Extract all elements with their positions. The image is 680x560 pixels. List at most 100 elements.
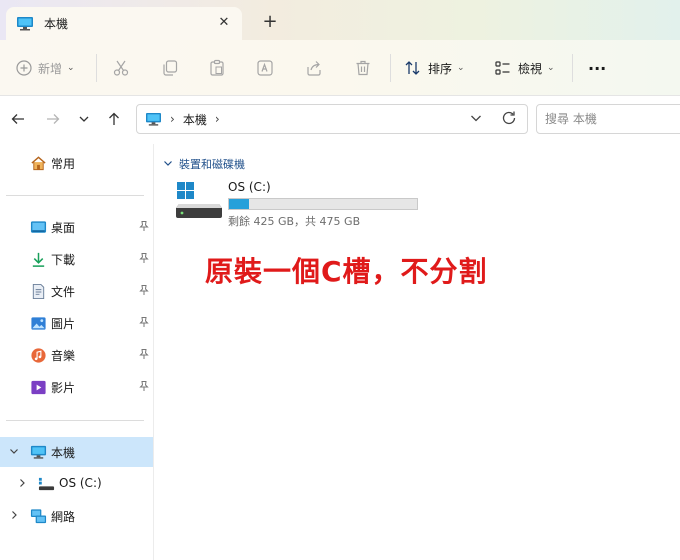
video-icon xyxy=(31,380,46,395)
tab-this-pc[interactable]: 本機 ✕ xyxy=(6,7,242,40)
paste-button[interactable] xyxy=(208,54,226,82)
pin-icon[interactable] xyxy=(138,348,150,360)
sidebar-item-label: 本機 xyxy=(51,446,76,460)
music-icon xyxy=(31,348,46,363)
sidebar-divider xyxy=(6,420,144,421)
sidebar-item-label: 音樂 xyxy=(51,349,76,363)
chevron-right-icon[interactable] xyxy=(16,477,28,489)
home-icon xyxy=(31,156,46,171)
sidebar-item-downloads[interactable]: 下載 xyxy=(0,244,153,274)
address-bar[interactable]: › 本機 › xyxy=(136,104,528,134)
sidebar-item-label: 文件 xyxy=(51,285,76,299)
pin-icon[interactable] xyxy=(138,220,150,232)
sidebar-divider xyxy=(6,195,144,196)
computer-icon xyxy=(30,445,47,459)
new-label: 新增 xyxy=(38,61,63,76)
title-bar: 本機 ✕ + xyxy=(0,0,680,40)
sidebar-item-this-pc[interactable]: 本機 xyxy=(0,437,153,467)
computer-icon xyxy=(146,112,161,126)
recent-locations-button[interactable] xyxy=(73,108,95,130)
arrow-left-icon xyxy=(11,114,24,124)
navigation-pane: 常用 桌面 下載 文件 圖片 音樂 影片 本機 OS (C:) 網路 xyxy=(0,144,154,560)
view-button[interactable]: 檢視 ⌄ xyxy=(494,54,555,82)
rename-icon xyxy=(257,60,273,76)
chevron-down-icon: ⌄ xyxy=(67,63,75,73)
group-header-devices[interactable]: 裝置和磁碟機 xyxy=(163,156,245,172)
sidebar-item-label: 常用 xyxy=(51,157,76,171)
sidebar-item-desktop[interactable]: 桌面 xyxy=(0,212,153,242)
share-icon xyxy=(307,61,321,76)
more-options-button[interactable]: ··· xyxy=(588,54,606,82)
plus-circle-icon xyxy=(16,60,32,76)
sidebar-item-label: 網路 xyxy=(51,510,76,524)
view-label: 檢視 xyxy=(518,61,543,76)
chevron-right-icon[interactable]: › xyxy=(215,112,220,126)
new-tab-button[interactable]: + xyxy=(260,12,280,32)
cut-button[interactable] xyxy=(112,54,130,82)
close-tab-button[interactable]: ✕ xyxy=(214,13,234,33)
network-icon xyxy=(30,509,47,524)
toolbar-divider xyxy=(390,54,391,82)
sidebar-item-label: 下載 xyxy=(51,253,76,267)
search-input[interactable] xyxy=(545,112,665,126)
sidebar-item-network[interactable]: 網路 xyxy=(0,501,153,531)
sidebar-item-documents[interactable]: 文件 xyxy=(0,276,153,306)
sidebar-item-music[interactable]: 音樂 xyxy=(0,340,153,370)
desktop-icon xyxy=(30,221,47,233)
content-pane: 裝置和磁碟機 OS (C:) 剩餘 425 GB，共 475 GB 原裝一個C槽… xyxy=(155,144,680,560)
refresh-button[interactable] xyxy=(501,110,517,129)
pin-icon[interactable] xyxy=(138,252,150,264)
sidebar-item-label: 圖片 xyxy=(51,317,76,331)
document-icon xyxy=(32,283,45,300)
download-icon xyxy=(32,252,45,267)
chevron-down-icon[interactable] xyxy=(8,445,20,457)
pin-icon[interactable] xyxy=(138,316,150,328)
picture-icon xyxy=(31,317,46,330)
address-row: › 本機 › xyxy=(0,96,680,144)
tab-title: 本機 xyxy=(44,17,69,31)
clipboard-icon xyxy=(210,59,224,76)
sort-arrows-icon xyxy=(405,61,420,75)
refresh-icon xyxy=(502,111,516,125)
pin-icon[interactable] xyxy=(138,284,150,296)
sidebar-item-os-drive[interactable]: OS (C:) xyxy=(0,469,153,499)
sidebar-item-label: 桌面 xyxy=(51,221,76,235)
drive-os-c[interactable]: OS (C:) 剩餘 425 GB，共 475 GB xyxy=(175,178,425,228)
up-button[interactable] xyxy=(103,108,125,130)
sidebar-item-home[interactable]: 常用 xyxy=(0,148,153,178)
sidebar-item-label: 影片 xyxy=(51,381,76,395)
drive-free-space: 剩餘 425 GB，共 475 GB xyxy=(228,215,361,228)
sidebar-item-pictures[interactable]: 圖片 xyxy=(0,308,153,338)
rename-button[interactable] xyxy=(256,54,274,82)
delete-button[interactable] xyxy=(354,54,372,82)
breadcrumb-this-pc[interactable]: 本機 xyxy=(183,111,207,128)
drive-icon xyxy=(38,477,55,491)
chevron-down-icon: ⌄ xyxy=(547,63,555,73)
search-box[interactable] xyxy=(536,104,680,134)
chevron-down-icon xyxy=(79,116,89,122)
drive-usage-fill xyxy=(229,199,249,209)
pin-icon[interactable] xyxy=(138,380,150,392)
annotation-text: 原裝一個C槽，不分割 xyxy=(205,255,488,288)
scissors-icon xyxy=(113,60,129,76)
sort-label: 排序 xyxy=(428,61,453,76)
view-list-icon xyxy=(495,61,510,75)
sidebar-item-label: OS (C:) xyxy=(59,476,102,490)
chevron-right-icon[interactable] xyxy=(8,509,20,521)
trash-icon xyxy=(356,60,370,76)
chevron-right-icon: › xyxy=(170,112,175,126)
arrow-up-icon xyxy=(109,112,119,125)
sort-button[interactable]: 排序 ⌄ xyxy=(404,54,465,82)
sidebar-item-videos[interactable]: 影片 xyxy=(0,372,153,402)
copy-button[interactable] xyxy=(161,54,179,82)
back-button[interactable] xyxy=(7,108,29,130)
share-button[interactable] xyxy=(305,54,323,82)
toolbar-divider xyxy=(572,54,573,82)
command-bar: 新增 ⌄ 排序 ⌄ 檢視 ⌄ ··· xyxy=(0,40,680,96)
computer-icon xyxy=(17,16,33,30)
copy-icon xyxy=(163,60,178,76)
group-title: 裝置和磁碟機 xyxy=(179,158,245,171)
address-dropdown-button[interactable] xyxy=(469,111,483,128)
new-button[interactable]: 新增 ⌄ xyxy=(16,54,75,82)
forward-button[interactable] xyxy=(42,108,64,130)
